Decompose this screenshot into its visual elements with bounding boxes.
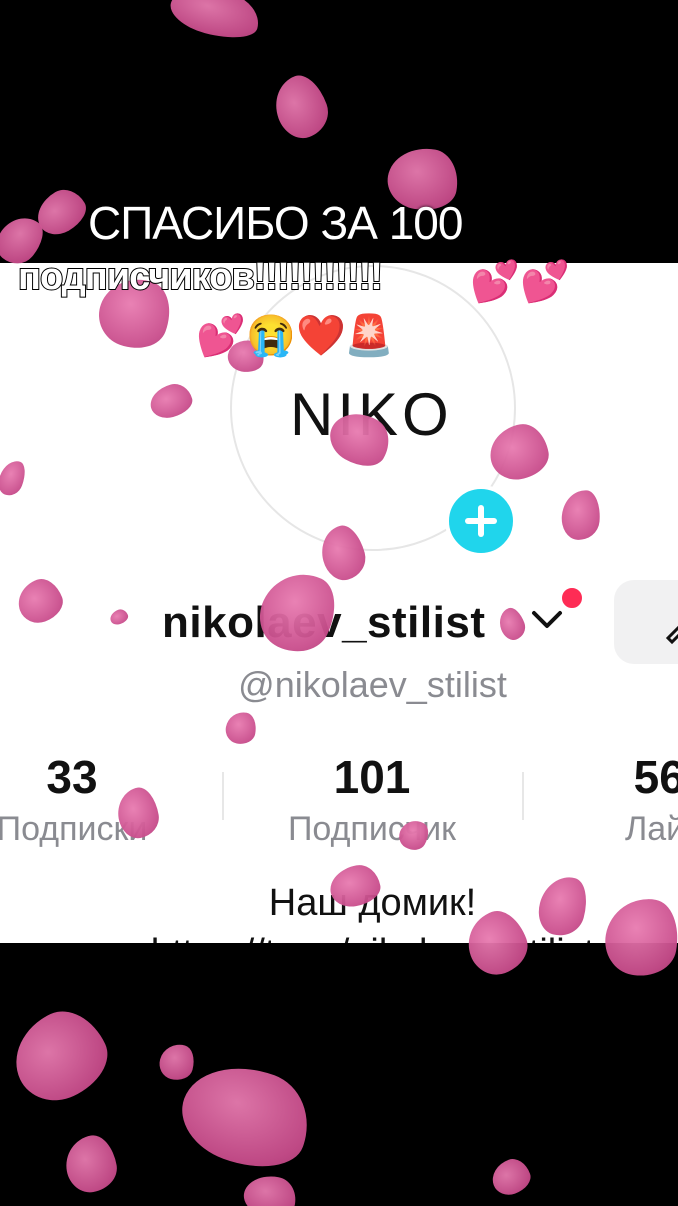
edit-profile-button[interactable] [614,580,678,664]
two-hearts-emoji: 💕 [470,260,520,304]
notification-dot [560,586,584,610]
caption-line1: СПАСИБО ЗА 100 [88,197,463,249]
stat-following[interactable]: 33 Подписки [0,752,222,856]
video-frame: NIKO nikolaev_stilist @nikolaev_stilist … [0,0,678,1206]
stat-likes-value: 568 [633,751,678,803]
chevron-down-icon[interactable] [530,608,564,632]
siren-emoji: 🚨 [344,314,394,358]
stat-likes-label: Лайки [624,810,678,848]
red-heart-emoji: ❤️ [296,314,346,358]
stat-following-value: 33 [46,751,98,803]
add-avatar-plus-icon[interactable] [445,485,517,557]
pencil-icon [665,625,678,645]
stat-following-label: Подписки [0,810,148,848]
petal [165,0,265,46]
two-hearts-emoji: 💕 [196,314,246,358]
profile-handle: @nikolaev_stilist [238,664,507,705]
stat-likes[interactable]: 568 Лайки [522,752,678,856]
crying-face-emoji: 😭 [246,314,296,358]
caption-line2: подписчиков!!!!!!!!!!! [17,255,384,299]
two-hearts-emoji: 💕 [520,260,570,304]
petal [266,69,336,145]
stat-followers-value: 101 [333,751,411,803]
stat-followers-label: Подписчик [287,810,457,848]
stat-followers[interactable]: 101 Подписчик [222,752,522,856]
